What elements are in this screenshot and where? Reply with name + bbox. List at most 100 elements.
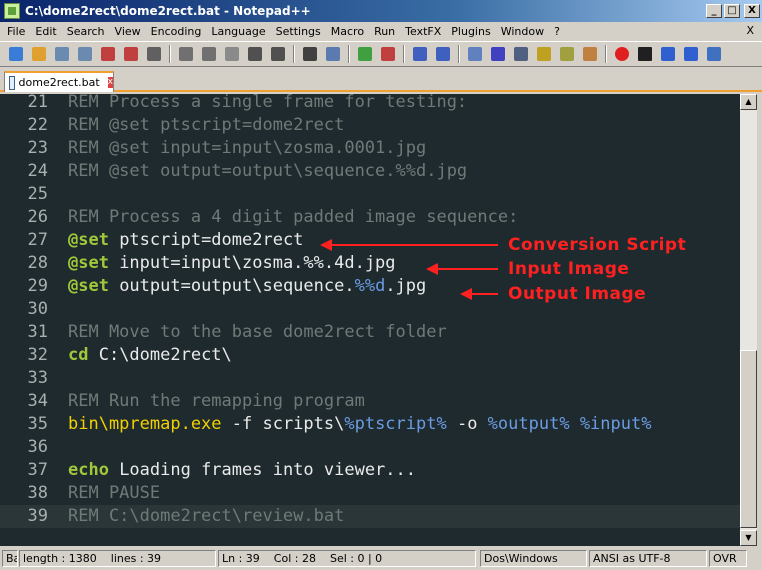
- code-token: input=input\zosma.%%.4d.jpg: [108, 253, 396, 273]
- close-all-button[interactable]: [121, 44, 141, 64]
- wrap-button[interactable]: [465, 44, 485, 64]
- maximize-button[interactable]: □: [724, 4, 740, 18]
- code-line[interactable]: 26 REM Process a 4 digit padded image seq…: [0, 206, 740, 229]
- code-editor[interactable]: 21 REM Process a single frame for testing…: [0, 94, 740, 546]
- stop-record-button[interactable]: [635, 44, 655, 64]
- code-token: @set: [68, 230, 109, 250]
- code-line[interactable]: 37 echo Loading frames into viewer...: [0, 459, 740, 482]
- code-token: C:\dome2rect\: [88, 345, 232, 365]
- arrow-conversion-script: [320, 239, 498, 251]
- find-button[interactable]: [300, 44, 320, 64]
- code-line[interactable]: 36: [0, 436, 740, 459]
- replace-button[interactable]: [323, 44, 343, 64]
- line-number: 33: [27, 368, 48, 388]
- line-number: 37: [27, 460, 48, 480]
- print-button[interactable]: [144, 44, 164, 64]
- menu-file[interactable]: File: [2, 25, 30, 38]
- tab-close-icon[interactable]: x: [107, 77, 113, 88]
- code-token: REM @set output=output\sequence.%%d.jpg: [68, 161, 468, 181]
- redo-button[interactable]: [268, 44, 288, 64]
- scroll-thumb[interactable]: [740, 350, 757, 528]
- zoom-in-button[interactable]: [355, 44, 375, 64]
- scroll-up-icon[interactable]: ▲: [740, 94, 757, 110]
- menu-window[interactable]: Window: [496, 25, 549, 38]
- all-chars-button[interactable]: [488, 44, 508, 64]
- save-all-button[interactable]: [75, 44, 95, 64]
- new-file-button[interactable]: [6, 44, 26, 64]
- status-ln: Ln : 39: [222, 552, 260, 565]
- code-line[interactable]: 33: [0, 367, 740, 390]
- code-line[interactable]: 23 REM @set input=input\zosma.0001.jpg: [0, 137, 740, 160]
- line-number: 38: [27, 483, 48, 503]
- code-token: REM Move to the base dome2rect folder: [68, 322, 447, 342]
- code-line[interactable]: 24 REM @set output=output\sequence.%%d.jp…: [0, 160, 740, 183]
- code-line[interactable]: 34 REM Run the remapping program: [0, 390, 740, 413]
- code-line[interactable]: 25: [0, 183, 740, 206]
- line-number: 35: [27, 414, 48, 434]
- tab-bar: dome2rect.bat x: [0, 68, 762, 92]
- code-token: %%d: [354, 276, 386, 296]
- record-macro-icon: [615, 47, 629, 61]
- print-icon: [147, 47, 161, 61]
- menu-macro[interactable]: Macro: [326, 25, 369, 38]
- sync-v-button[interactable]: [410, 44, 430, 64]
- code-line[interactable]: 38 REM PAUSE: [0, 482, 740, 505]
- line-number: 23: [27, 138, 48, 158]
- minimize-button[interactable]: _: [706, 4, 722, 18]
- code-token: echo: [68, 460, 109, 480]
- menu-run[interactable]: Run: [369, 25, 400, 38]
- tab-dome2rect-bat[interactable]: dome2rect.bat x: [4, 71, 114, 92]
- menu-view[interactable]: View: [110, 25, 146, 38]
- paste-button[interactable]: [222, 44, 242, 64]
- code-line[interactable]: 32 cd C:\dome2rect\: [0, 344, 740, 367]
- line-code: REM @set input=input\zosma.0001.jpg: [68, 137, 426, 160]
- play-macro-button[interactable]: [658, 44, 678, 64]
- line-number: 31: [27, 322, 48, 342]
- menu-encoding[interactable]: Encoding: [146, 25, 207, 38]
- menu-language[interactable]: Language: [206, 25, 270, 38]
- copy-button[interactable]: [199, 44, 219, 64]
- code-line[interactable]: 35 bin\mpremap.exe -f scripts\%ptscript% …: [0, 413, 740, 436]
- menu-search[interactable]: Search: [62, 25, 110, 38]
- stop-record-icon: [638, 47, 652, 61]
- record-macro-button[interactable]: [612, 44, 632, 64]
- close-document-button[interactable]: X: [746, 24, 754, 37]
- undo-button[interactable]: [245, 44, 265, 64]
- doc-map-button[interactable]: [557, 44, 577, 64]
- zoom-out-button[interactable]: [378, 44, 398, 64]
- menu-edit[interactable]: Edit: [30, 25, 61, 38]
- status-file-type: Ba: [2, 550, 18, 567]
- find-icon: [303, 47, 317, 61]
- close-button[interactable]: [98, 44, 118, 64]
- vertical-scrollbar[interactable]: ▲ ▼: [740, 94, 757, 546]
- menu-help[interactable]: ?: [549, 25, 565, 38]
- cut-button[interactable]: [176, 44, 196, 64]
- code-token: %input%: [579, 414, 652, 434]
- code-line[interactable]: 21 REM Process a single frame for testing…: [0, 94, 740, 114]
- notepad-plus-plus-icon: [4, 3, 20, 19]
- code-line[interactable]: 22 REM @set ptscript=dome2rect: [0, 114, 740, 137]
- sync-h-button[interactable]: [433, 44, 453, 64]
- save-button[interactable]: [52, 44, 72, 64]
- code-token: -f scripts\: [221, 414, 345, 434]
- save-icon: [55, 47, 69, 61]
- scroll-down-icon[interactable]: ▼: [740, 530, 757, 546]
- code-token: output=output\sequence.: [108, 276, 355, 296]
- indent-guide-button[interactable]: [511, 44, 531, 64]
- code-token: REM Run the remapping program: [68, 391, 365, 411]
- function-list-button[interactable]: [580, 44, 600, 64]
- open-file-button[interactable]: [29, 44, 49, 64]
- user-lang-button[interactable]: [534, 44, 554, 64]
- menu-bar: File Edit Search View Encoding Language …: [0, 22, 762, 41]
- menu-settings[interactable]: Settings: [271, 25, 326, 38]
- menu-plugins[interactable]: Plugins: [446, 25, 495, 38]
- run-multiple-button[interactable]: [681, 44, 701, 64]
- code-line[interactable]: 39 REM C:\dome2rect\review.bat: [0, 505, 740, 528]
- menu-textfx[interactable]: TextFX: [400, 25, 446, 38]
- close-button[interactable]: X: [744, 4, 760, 18]
- toolbar-separator: [605, 45, 607, 63]
- code-line[interactable]: 31 REM Move to the base dome2rect folder: [0, 321, 740, 344]
- status-position: Ln : 39 Col : 28 Sel : 0 | 0: [218, 550, 476, 567]
- save-macro-button[interactable]: [704, 44, 724, 64]
